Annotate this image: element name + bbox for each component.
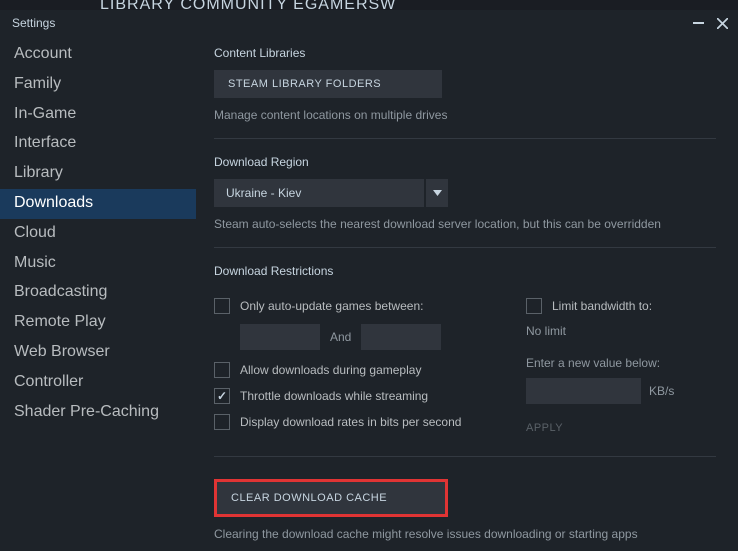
- apply-button[interactable]: APPLY: [526, 418, 563, 438]
- settings-window: LIBRARY COMMUNITY EGAMERSW Settings Acco…: [0, 0, 738, 551]
- region-select-row: Ukraine - Kiev: [214, 179, 716, 207]
- window-title: Settings: [12, 16, 55, 30]
- title-bar: Settings: [0, 10, 738, 36]
- enter-value-label: Enter a new value below:: [526, 356, 716, 370]
- download-region-hint: Steam auto-selects the nearest download …: [214, 217, 716, 231]
- sidebar-item-controller[interactable]: Controller: [0, 368, 196, 398]
- bits-per-second-label: Display download rates in bits per secon…: [240, 415, 461, 429]
- main-panel: Content Libraries STEAM LIBRARY FOLDERS …: [196, 36, 738, 551]
- content-libraries-title: Content Libraries: [214, 46, 716, 60]
- content-libraries-hint: Manage content locations on multiple dri…: [214, 108, 716, 122]
- minimize-icon[interactable]: [688, 13, 708, 33]
- time-range-row: And: [240, 324, 496, 350]
- clear-cache-highlight: CLEAR DOWNLOAD CACHE: [214, 479, 448, 517]
- window-controls: [688, 13, 732, 33]
- time-start-input[interactable]: [240, 324, 320, 350]
- background-menu: LIBRARY COMMUNITY EGAMERSW: [0, 0, 738, 10]
- sidebar-item-shader-pre-caching[interactable]: Shader Pre-Caching: [0, 398, 196, 428]
- sidebar-item-music[interactable]: Music: [0, 249, 196, 279]
- time-and-text: And: [330, 330, 351, 344]
- throttle-checkbox-row[interactable]: Throttle downloads while streaming: [214, 388, 496, 404]
- sidebar-item-broadcasting[interactable]: Broadcasting: [0, 278, 196, 308]
- divider: [214, 247, 716, 248]
- region-select[interactable]: Ukraine - Kiev: [214, 179, 424, 207]
- auto-update-checkbox[interactable]: [214, 298, 230, 314]
- sidebar-item-web-browser[interactable]: Web Browser: [0, 338, 196, 368]
- limit-bandwidth-checkbox-row[interactable]: Limit bandwidth to:: [526, 298, 716, 314]
- time-end-input[interactable]: [361, 324, 441, 350]
- content-area: Account Family In-Game Interface Library…: [0, 36, 738, 551]
- kbs-unit: KB/s: [649, 384, 674, 398]
- sidebar-item-downloads[interactable]: Downloads: [0, 189, 196, 219]
- limit-bandwidth-checkbox[interactable]: [526, 298, 542, 314]
- sidebar-item-remote-play[interactable]: Remote Play: [0, 308, 196, 338]
- divider: [214, 456, 716, 457]
- auto-update-label: Only auto-update games between:: [240, 299, 423, 313]
- sidebar-item-library[interactable]: Library: [0, 159, 196, 189]
- clear-download-cache-button[interactable]: CLEAR DOWNLOAD CACHE: [217, 482, 445, 514]
- no-limit-text: No limit: [526, 324, 716, 338]
- throttle-checkbox[interactable]: [214, 388, 230, 404]
- sidebar-item-cloud[interactable]: Cloud: [0, 219, 196, 249]
- allow-gameplay-checkbox-row[interactable]: Allow downloads during gameplay: [214, 362, 496, 378]
- chevron-down-icon[interactable]: [426, 179, 448, 207]
- limit-bandwidth-label: Limit bandwidth to:: [552, 299, 652, 313]
- allow-gameplay-label: Allow downloads during gameplay: [240, 363, 421, 377]
- sidebar-item-in-game[interactable]: In-Game: [0, 100, 196, 130]
- restrictions-row: Only auto-update games between: And Allo…: [214, 288, 716, 440]
- bits-per-second-checkbox-row[interactable]: Display download rates in bits per secon…: [214, 414, 496, 430]
- restrictions-right: Limit bandwidth to: No limit Enter a new…: [526, 288, 716, 440]
- sidebar-item-family[interactable]: Family: [0, 70, 196, 100]
- bits-per-second-checkbox[interactable]: [214, 414, 230, 430]
- auto-update-checkbox-row[interactable]: Only auto-update games between:: [214, 298, 496, 314]
- close-icon[interactable]: [712, 13, 732, 33]
- clear-cache-hint: Clearing the download cache might resolv…: [214, 527, 716, 541]
- download-restrictions-title: Download Restrictions: [214, 264, 716, 278]
- allow-gameplay-checkbox[interactable]: [214, 362, 230, 378]
- throttle-label: Throttle downloads while streaming: [240, 389, 428, 403]
- bandwidth-row: KB/s: [526, 378, 716, 404]
- sidebar-item-account[interactable]: Account: [0, 40, 196, 70]
- sidebar-item-interface[interactable]: Interface: [0, 129, 196, 159]
- divider: [214, 138, 716, 139]
- restrictions-left: Only auto-update games between: And Allo…: [214, 288, 496, 440]
- steam-library-folders-button[interactable]: STEAM LIBRARY FOLDERS: [214, 70, 442, 98]
- sidebar: Account Family In-Game Interface Library…: [0, 36, 196, 551]
- bandwidth-input[interactable]: [526, 378, 641, 404]
- download-region-title: Download Region: [214, 155, 716, 169]
